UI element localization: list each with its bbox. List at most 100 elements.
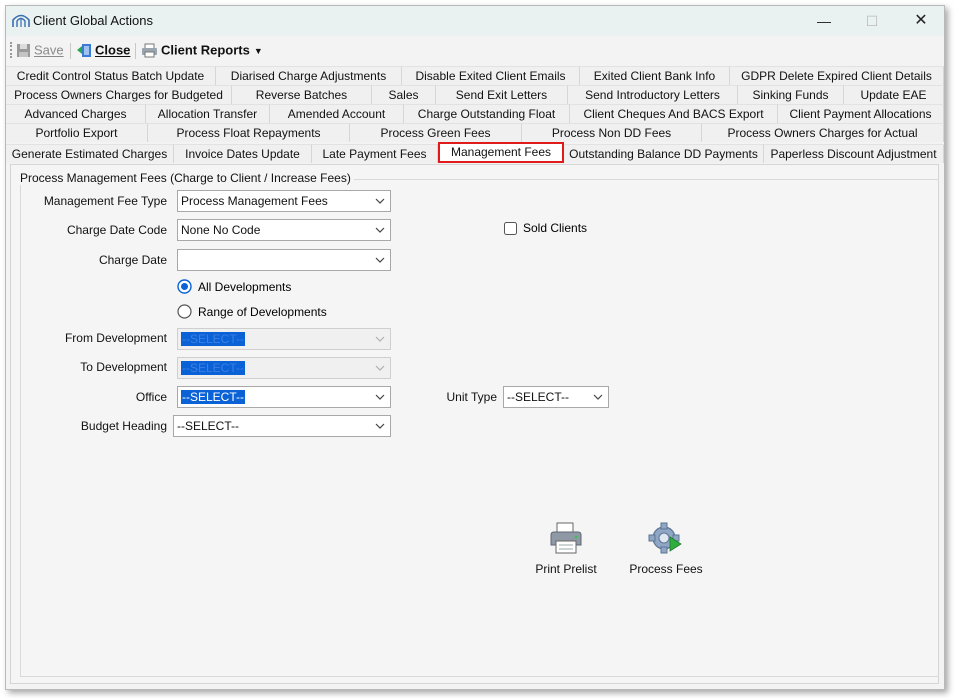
tab-credit-control-status-batch-update[interactable]: Credit Control Status Batch Update bbox=[6, 66, 216, 85]
tab-process-non-dd-fees[interactable]: Process Non DD Fees bbox=[522, 123, 702, 142]
save-icon bbox=[17, 44, 30, 58]
close-door-icon bbox=[77, 44, 91, 58]
printer-icon bbox=[142, 43, 157, 58]
office-value: --SELECT-- bbox=[181, 390, 246, 404]
tab-send-exit-letters[interactable]: Send Exit Letters bbox=[436, 85, 568, 104]
tab-advanced-charges[interactable]: Advanced Charges bbox=[6, 104, 146, 123]
all-developments-radio[interactable]: All Developments bbox=[177, 279, 337, 295]
tab-disable-exited-client-emails[interactable]: Disable Exited Client Emails bbox=[402, 66, 580, 85]
tab-process-green-fees[interactable]: Process Green Fees bbox=[350, 123, 522, 142]
tab-strip: Credit Control Status Batch Update Diari… bbox=[6, 66, 944, 166]
gear-play-icon bbox=[648, 522, 682, 554]
charge-date-code-select[interactable]: None No Code bbox=[177, 219, 391, 241]
save-button[interactable]: Save bbox=[16, 41, 64, 59]
sold-clients-label: Sold Clients bbox=[523, 221, 588, 235]
print-prelist-label: Print Prelist bbox=[535, 562, 597, 576]
tab-sinking-funds[interactable]: Sinking Funds bbox=[738, 85, 844, 104]
management-fee-type-label: Management Fee Type bbox=[43, 194, 167, 208]
from-development-value: --SELECT-- bbox=[181, 332, 246, 346]
tab-outstanding-balance-dd-payments[interactable]: Outstanding Balance DD Payments bbox=[564, 144, 764, 163]
range-of-developments-radio[interactable]: Range of Developments bbox=[177, 304, 347, 320]
chevron-down-icon bbox=[375, 394, 385, 400]
close-button[interactable]: Close bbox=[76, 41, 130, 59]
client-reports-label: Client Reports bbox=[161, 42, 250, 58]
toolbar: Save Close Client Reports ▼ bbox=[6, 37, 944, 63]
charge-date-code-label: Charge Date Code bbox=[66, 223, 167, 237]
radio-selected-icon bbox=[177, 279, 192, 294]
management-fee-type-value: Process Management Fees bbox=[181, 194, 328, 208]
tab-management-fees[interactable]: Management Fees bbox=[438, 142, 564, 163]
budget-heading-select[interactable]: --SELECT-- bbox=[173, 415, 391, 437]
tab-generate-estimated-charges[interactable]: Generate Estimated Charges bbox=[6, 144, 174, 163]
tab-process-owners-charges-for-budgeted[interactable]: Process Owners Charges for Budgeted bbox=[6, 85, 232, 104]
to-development-select[interactable]: --SELECT-- bbox=[177, 357, 391, 379]
charge-date-label: Charge Date bbox=[98, 253, 167, 267]
tab-reverse-batches[interactable]: Reverse Batches bbox=[232, 85, 372, 104]
to-development-value: --SELECT-- bbox=[181, 361, 246, 375]
management-fees-panel: Process Management Fees (Charge to Clien… bbox=[10, 164, 939, 684]
chevron-down-icon bbox=[375, 198, 385, 204]
tab-row-3: Advanced Charges Allocation Transfer Ame… bbox=[6, 104, 944, 123]
tab-process-owners-charges-for-actual[interactable]: Process Owners Charges for Actual bbox=[702, 123, 944, 142]
tab-charge-outstanding-float[interactable]: Charge Outstanding Float bbox=[404, 104, 570, 123]
toolbar-grip[interactable] bbox=[10, 42, 12, 58]
print-prelist-button[interactable]: Print Prelist bbox=[521, 521, 611, 581]
client-global-actions-window: Client Global Actions — ☐ ✕ Save Close C… bbox=[5, 5, 945, 690]
tab-send-introductory-letters[interactable]: Send Introductory Letters bbox=[568, 85, 738, 104]
tab-invoice-dates-update[interactable]: Invoice Dates Update bbox=[174, 144, 312, 163]
unit-type-select[interactable]: --SELECT-- bbox=[503, 386, 609, 408]
maximize-button[interactable]: ☐ bbox=[852, 10, 892, 32]
unit-type-label: Unit Type bbox=[446, 390, 497, 404]
tab-exited-client-bank-info[interactable]: Exited Client Bank Info bbox=[580, 66, 730, 85]
tab-amended-account[interactable]: Amended Account bbox=[270, 104, 404, 123]
to-development-label: To Development bbox=[80, 360, 167, 374]
group-box-title: Process Management Fees (Charge to Clien… bbox=[17, 171, 354, 185]
toolbar-separator bbox=[135, 43, 136, 59]
tab-process-float-repayments[interactable]: Process Float Repayments bbox=[148, 123, 350, 142]
tab-update-eae[interactable]: Update EAE bbox=[844, 85, 944, 104]
budget-heading-value: --SELECT-- bbox=[177, 419, 240, 433]
tab-portfolio-export[interactable]: Portfolio Export bbox=[6, 123, 148, 142]
office-select[interactable]: --SELECT-- bbox=[177, 386, 391, 408]
title-bar: Client Global Actions — ☐ ✕ bbox=[6, 6, 944, 36]
tab-sales[interactable]: Sales bbox=[372, 85, 436, 104]
from-development-label: From Development bbox=[64, 331, 167, 345]
all-developments-label: All Developments bbox=[198, 280, 292, 294]
chevron-down-icon bbox=[375, 423, 385, 429]
app-logo-icon bbox=[12, 14, 30, 27]
tab-gdpr-delete-expired-client-details[interactable]: GDPR Delete Expired Client Details bbox=[730, 66, 944, 85]
charge-date-code-value: None No Code bbox=[181, 223, 261, 237]
management-fee-type-select[interactable]: Process Management Fees bbox=[177, 190, 391, 212]
chevron-down-icon bbox=[375, 257, 385, 263]
tab-row-2: Process Owners Charges for Budgeted Reve… bbox=[6, 85, 944, 104]
checkbox-box-icon bbox=[504, 222, 517, 235]
tab-diarised-charge-adjustments[interactable]: Diarised Charge Adjustments bbox=[216, 66, 402, 85]
tab-row-5: Generate Estimated Charges Invoice Dates… bbox=[6, 142, 944, 163]
charge-date-picker[interactable] bbox=[177, 249, 391, 271]
chevron-down-icon bbox=[375, 336, 385, 342]
process-fees-label: Process Fees bbox=[629, 562, 703, 576]
tab-late-payment-fees[interactable]: Late Payment Fees bbox=[312, 144, 438, 163]
tab-client-payment-allocations[interactable]: Client Payment Allocations bbox=[778, 104, 944, 123]
close-window-button[interactable]: ✕ bbox=[901, 10, 941, 32]
range-of-developments-label: Range of Developments bbox=[198, 305, 327, 319]
budget-heading-label: Budget Heading bbox=[80, 419, 167, 433]
close-label: Close bbox=[95, 42, 131, 58]
from-development-select[interactable]: --SELECT-- bbox=[177, 328, 391, 350]
chevron-down-icon bbox=[593, 394, 603, 400]
chevron-down-icon: ▼ bbox=[253, 45, 263, 56]
save-label: Save bbox=[34, 42, 64, 58]
tab-client-cheques-and-bacs-export[interactable]: Client Cheques And BACS Export bbox=[570, 104, 778, 123]
process-fees-button[interactable]: Process Fees bbox=[621, 521, 711, 581]
sold-clients-checkbox[interactable]: Sold Clients bbox=[504, 221, 624, 237]
tab-paperless-discount-adjustment[interactable]: Paperless Discount Adjustment bbox=[764, 144, 944, 163]
chevron-down-icon bbox=[375, 227, 385, 233]
tab-row-4: Portfolio Export Process Float Repayment… bbox=[6, 123, 944, 142]
minimize-button[interactable]: — bbox=[804, 10, 844, 32]
chevron-down-icon bbox=[375, 365, 385, 371]
toolbar-separator bbox=[70, 43, 71, 59]
window-title: Client Global Actions bbox=[33, 13, 153, 28]
client-reports-dropdown[interactable]: Client Reports ▼ bbox=[141, 41, 263, 59]
unit-type-value: --SELECT-- bbox=[507, 390, 570, 404]
tab-allocation-transfer[interactable]: Allocation Transfer bbox=[146, 104, 270, 123]
